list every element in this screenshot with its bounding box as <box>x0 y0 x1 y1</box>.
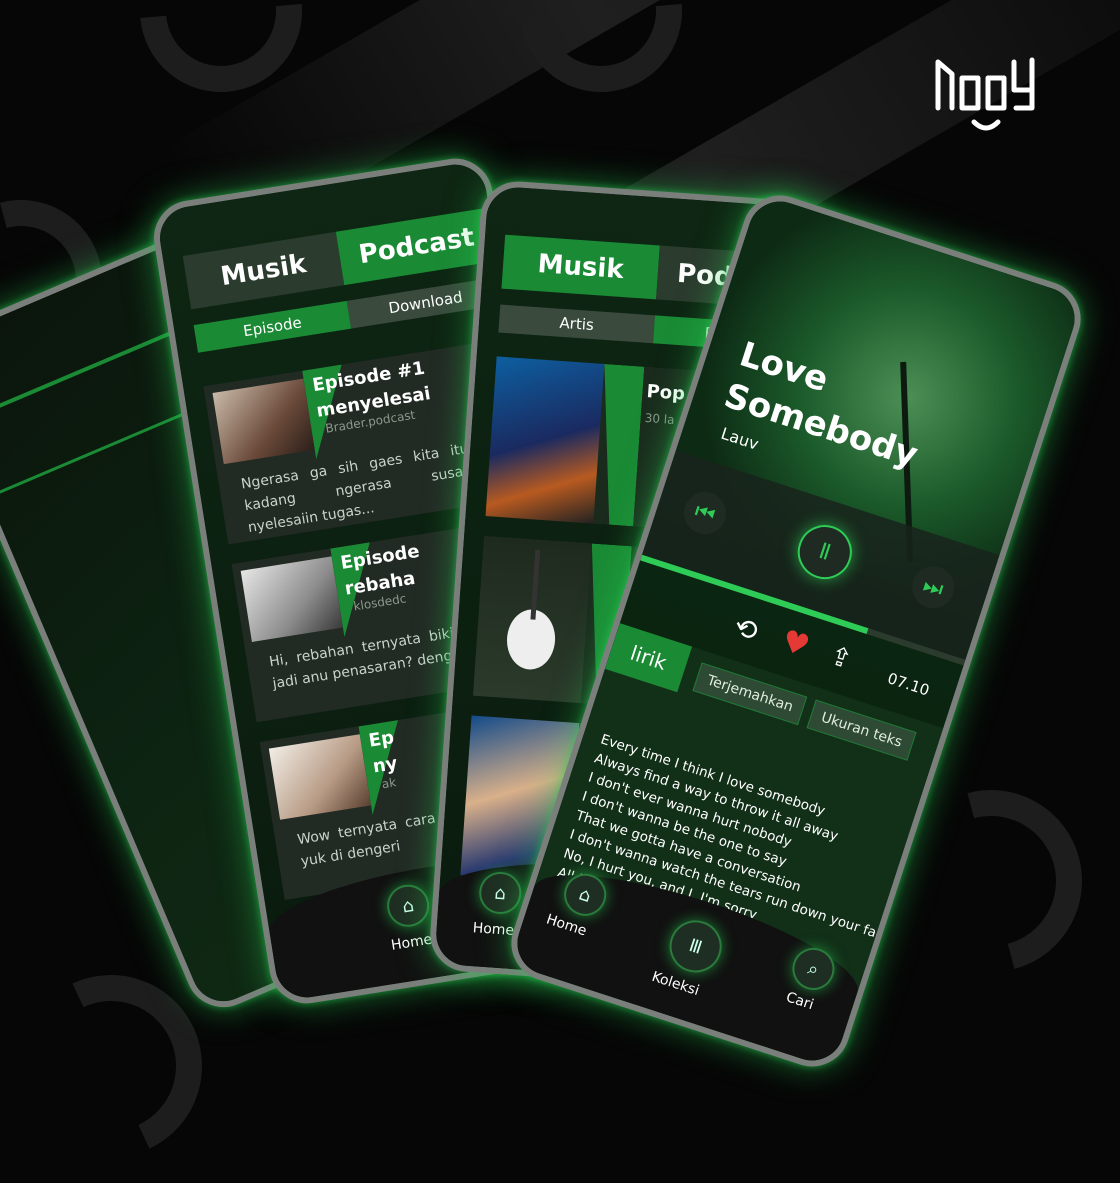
tab-musik[interactable]: Musik <box>501 234 660 300</box>
repeat-icon[interactable]: ⟲ <box>730 610 763 649</box>
pause-icon[interactable]: Ⅱ <box>790 518 859 587</box>
subtab-artis[interactable]: Artis <box>498 304 655 344</box>
playlist-thumbnail <box>485 356 605 524</box>
nav-home-label: Home <box>389 931 434 954</box>
episode-title: Episode rebaha <box>339 540 421 600</box>
next-icon[interactable]: ⏭ <box>906 560 960 614</box>
nav-home-label: Home <box>472 920 515 940</box>
nav-search-label: Cari <box>783 989 816 1014</box>
episode-thumbnail <box>240 556 343 642</box>
home-icon[interactable]: ⌂ <box>384 881 433 930</box>
episode-source: ak <box>380 775 398 792</box>
playlist-subtitle: 30 la <box>644 410 675 427</box>
playlist-thumbnail <box>472 535 592 704</box>
track-time: 07.10 <box>885 669 932 700</box>
heart-icon[interactable]: ♥ <box>777 623 813 665</box>
brand-logo <box>935 57 1035 131</box>
tab-podcast[interactable]: Podcast <box>335 207 498 286</box>
share-icon[interactable]: ⇪ <box>826 641 856 676</box>
episode-thumbnail <box>212 378 315 465</box>
tab-musik[interactable]: Musik <box>182 231 345 310</box>
playlist-title: Pop <box>645 380 686 405</box>
episode-thumbnail <box>268 734 371 820</box>
home-icon[interactable]: ⌂ <box>477 870 523 916</box>
prev-icon[interactable]: ⏮ <box>678 486 732 540</box>
subtab-episode[interactable]: Episode <box>193 300 352 353</box>
nav-collection-label: Koleksi <box>649 968 702 1000</box>
collection-icon[interactable]: Ⅲ <box>662 913 729 980</box>
